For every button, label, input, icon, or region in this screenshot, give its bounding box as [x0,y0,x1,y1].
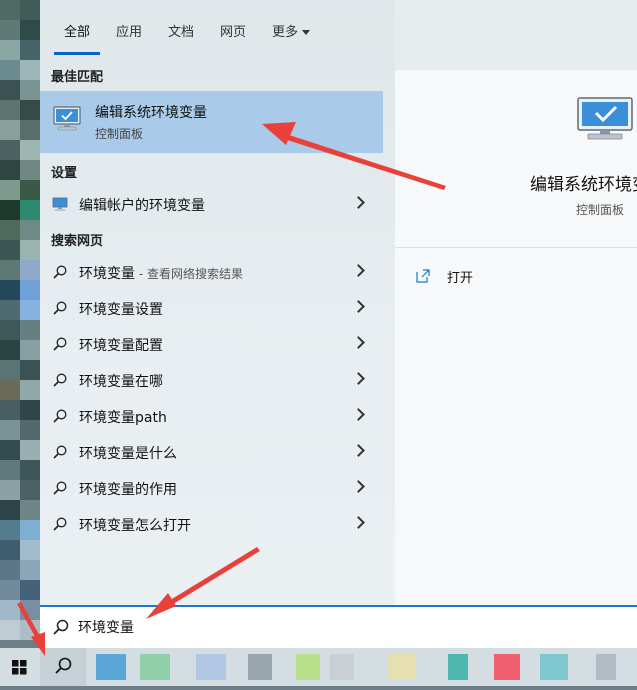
search-icon [53,301,67,315]
web-result-text: 环境变量配置 [79,338,163,354]
taskbar-app[interactable] [540,654,568,680]
monitor-icon [52,197,68,211]
preview-subtitle: 控制面板 [576,203,625,217]
taskbar-app[interactable] [596,654,616,680]
tab-more-label: 更多 [272,25,299,40]
web-result-text: 环境变量是什么 [79,446,177,462]
chevron-right-icon[interactable] [352,408,365,421]
divider [395,247,637,248]
web-result-label: 环境变量是什么 [79,443,177,463]
web-result-suffix: - 查看网络搜索结果 [135,267,243,281]
settings-item-label: 编辑帐户的环境变量 [79,198,205,214]
open-label: 打开 [447,271,474,286]
tab-more[interactable]: 更多 [272,21,311,41]
web-result-text: 环境变量 [79,266,135,282]
best-match-item[interactable]: 编辑系统环境变量 控制面板 [40,91,383,153]
best-match-subtitle: 控制面板 [95,127,144,141]
search-box[interactable] [40,605,637,648]
search-icon [53,337,67,351]
chevron-right-icon[interactable] [352,372,365,385]
search-icon [53,445,67,459]
web-result-text: 环境变量在哪 [79,374,163,390]
section-best-match: 最佳匹配 [51,70,104,85]
taskbar-app[interactable] [388,654,416,680]
web-result-label: 环境变量在哪 [79,371,163,391]
monitor-check-icon [577,97,633,140]
search-icon [53,373,67,387]
chevron-right-icon[interactable] [352,264,365,277]
chevron-right-icon[interactable] [352,336,365,349]
web-result-item[interactable]: 环境变量 - 查看网络搜索结果 [40,255,383,289]
web-result-label: 环境变量怎么打开 [79,515,191,535]
search-icon [53,481,67,495]
active-tab-indicator [54,52,100,55]
taskbar-app[interactable] [248,654,272,680]
web-result-item[interactable]: 环境变量的作用 [40,471,383,505]
taskbar-app[interactable] [96,654,126,680]
filter-tabs: 全部 应用 文档 网页 更多 [40,0,637,58]
desktop-background [0,0,40,650]
web-result-text: 环境变量设置 [79,302,163,318]
section-web-search: 搜索网页 [51,234,104,249]
taskbar-app[interactable] [296,654,320,680]
taskbar-search-button[interactable] [40,648,86,686]
search-input[interactable] [78,615,478,639]
web-result-text: 环境变量的作用 [79,482,177,498]
tab-web[interactable]: 网页 [220,21,246,41]
search-panel: 全部 应用 文档 网页 更多 最佳匹配 编辑系统环境变量 控制面板 设置 编辑帐… [40,0,637,605]
taskbar-app[interactable] [330,654,354,680]
tab-apps[interactable]: 应用 [116,21,142,41]
open-button[interactable]: 打开 [415,266,535,288]
web-result-item[interactable]: 环境变量设置 [40,291,383,325]
results-pane: 全部 应用 文档 网页 更多 最佳匹配 编辑系统环境变量 控制面板 设置 编辑帐… [40,0,395,605]
chevron-right-icon[interactable] [352,300,365,313]
chevron-down-icon [302,30,311,35]
tab-documents[interactable]: 文档 [168,21,194,41]
preview-pane: 编辑系统环境变量 控制面板 打开 [395,70,637,605]
preview-title: 编辑系统环境变量 [530,175,637,195]
taskbar-app[interactable] [140,654,170,680]
taskbar [0,648,637,686]
search-icon [55,657,72,674]
taskbar-app[interactable] [494,654,520,680]
settings-item[interactable]: 编辑帐户的环境变量 [40,187,383,221]
web-result-item[interactable]: 环境变量path [40,399,383,433]
web-result-label: 环境变量设置 [79,299,163,319]
web-result-label: 环境变量的作用 [79,479,177,499]
open-window-icon [416,269,430,283]
web-result-item[interactable]: 环境变量怎么打开 [40,507,383,541]
web-result-text: 环境变量path [79,410,167,426]
search-icon [53,619,69,635]
start-button[interactable] [0,648,40,686]
web-result-text: 环境变量怎么打开 [79,518,191,534]
windows-logo-icon [12,660,27,675]
monitor-check-icon [53,106,81,131]
web-result-item[interactable]: 环境变量配置 [40,327,383,361]
search-icon [53,265,67,279]
web-result-item[interactable]: 环境变量是什么 [40,435,383,469]
search-icon [53,409,67,423]
taskbar-app[interactable] [448,654,468,680]
chevron-right-icon[interactable] [352,444,365,457]
web-result-item[interactable]: 环境变量在哪 [40,363,383,397]
chevron-right-icon[interactable] [352,196,365,209]
chevron-right-icon[interactable] [352,480,365,493]
web-result-label: 环境变量配置 [79,335,163,355]
tab-all[interactable]: 全部 [64,21,90,41]
web-result-label: 环境变量 - 查看网络搜索结果 [79,263,243,283]
section-settings: 设置 [51,166,78,181]
best-match-title: 编辑系统环境变量 [95,105,207,121]
search-icon [53,517,67,531]
web-result-label: 环境变量path [79,407,167,427]
chevron-right-icon[interactable] [352,516,365,529]
taskbar-app[interactable] [196,654,226,680]
